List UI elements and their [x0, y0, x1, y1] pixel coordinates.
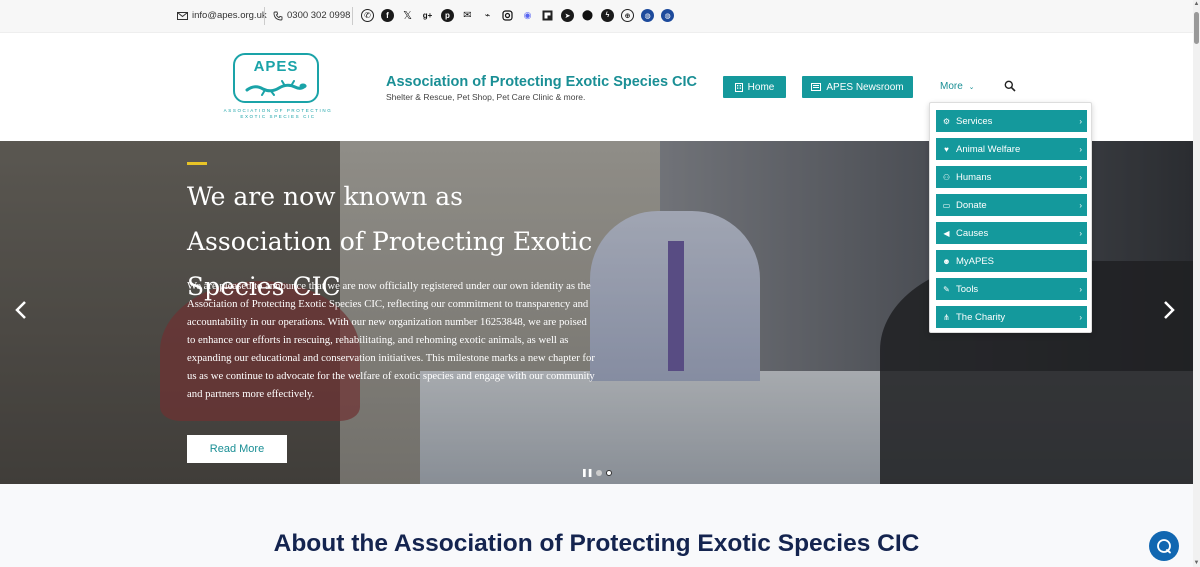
nav-newsroom-button[interactable]: APES Newsroom: [802, 76, 913, 98]
x-icon[interactable]: 𝕏: [401, 9, 414, 22]
menu-item-causes[interactable]: ◀ Causes ›: [936, 222, 1087, 244]
slider-dot-2[interactable]: [606, 469, 613, 476]
tools-icon: ✎: [943, 284, 950, 294]
logo-badge: APES: [233, 53, 319, 103]
vertical-scrollbar[interactable]: ▲ ▼: [1193, 0, 1200, 567]
phone-icon: [273, 11, 283, 20]
money-icon: ▭: [942, 200, 951, 210]
facebook-icon[interactable]: f: [381, 9, 394, 22]
scroll-down-arrow[interactable]: ▼: [1193, 560, 1200, 566]
chat-widget-button[interactable]: [1149, 531, 1179, 561]
envelope-icon: [177, 11, 188, 20]
more-dropdown-menu: ⚙ Services › ♥ Animal Welfare › ⚇ Humans…: [929, 102, 1092, 333]
menu-item-label: Donate: [956, 199, 987, 211]
phone-text: 0300 302 0998: [287, 10, 351, 21]
chevron-left-icon: [15, 301, 26, 319]
nav-more-label: More: [940, 81, 963, 92]
divider: [264, 7, 265, 25]
read-more-button[interactable]: Read More: [187, 435, 287, 463]
chevron-right-icon: ›: [1079, 284, 1082, 294]
newspaper-icon: [811, 83, 822, 91]
logo-tagline-line-2: EXOTIC SPECIES CIC: [240, 114, 316, 119]
menu-item-label: Services: [956, 115, 993, 127]
chevron-right-icon: ›: [1079, 200, 1082, 210]
menu-item-label: Animal Welfare: [956, 143, 1021, 155]
chevron-right-icon: ›: [1079, 116, 1082, 126]
menu-item-services[interactable]: ⚙ Services ›: [936, 110, 1087, 132]
pinterest-icon[interactable]: p: [441, 9, 454, 22]
hero-body-text: We are pleased to announce that we are n…: [187, 280, 595, 400]
web-icon[interactable]: ⊕: [621, 9, 634, 22]
megaphone-icon: ◀: [943, 228, 950, 238]
chevron-right-icon: ›: [1079, 228, 1082, 238]
accent-line: [187, 162, 207, 165]
menu-item-myapes[interactable]: ☻ MyAPES: [936, 250, 1087, 272]
apes-logo[interactable]: APES ASSOCIATION OF PROTECTING EXOTIC SP…: [214, 53, 342, 119]
scrollbar-thumb[interactable]: [1194, 12, 1199, 44]
pause-icon[interactable]: ❚❚: [581, 468, 593, 477]
chevron-right-icon: ›: [1079, 312, 1082, 322]
menu-item-the-charity[interactable]: ⋔ The Charity ›: [936, 306, 1087, 328]
site-subtitle: Shelter & Rescue, Pet Shop, Pet Care Cli…: [386, 92, 586, 102]
chevron-right-icon: ›: [1079, 172, 1082, 182]
nav-home-button[interactable]: Home: [723, 76, 786, 98]
people-icon: ⚇: [942, 172, 951, 182]
menu-item-label: Causes: [956, 227, 989, 239]
chevron-right-icon: ›: [1079, 144, 1082, 154]
rss-icon[interactable]: ⌁: [481, 9, 494, 22]
email-contact[interactable]: info@apes.org.uk: [177, 10, 267, 21]
flipboard-icon[interactable]: [541, 9, 554, 22]
search-button[interactable]: [1004, 79, 1016, 97]
logo-text: APES: [253, 58, 299, 75]
menu-item-label: Tools: [956, 283, 979, 295]
logo-tagline: ASSOCIATION OF PROTECTING EXOTIC SPECIES…: [214, 108, 342, 120]
discord-icon[interactable]: ◉: [521, 9, 534, 22]
google-plus-icon[interactable]: g+: [421, 9, 434, 22]
about-section: About the Association of Protecting Exot…: [0, 484, 1193, 567]
site-title[interactable]: Association of Protecting Exotic Species…: [386, 74, 697, 90]
heart-icon: ♥: [944, 144, 949, 154]
building-icon: [734, 82, 743, 92]
chevron-right-icon: [1164, 301, 1175, 319]
sitemap-icon: ⋔: [943, 312, 950, 322]
user-plus-icon: ☻: [942, 256, 951, 266]
gear-icon: ⚙: [942, 116, 951, 126]
whatsapp-icon[interactable]: ✆: [361, 9, 374, 22]
phone-contact[interactable]: 0300 302 0998: [273, 10, 350, 21]
location-icon[interactable]: ⬤: [581, 9, 594, 22]
globe-icon-2[interactable]: ◍: [661, 9, 674, 22]
gecko-icon: [245, 80, 307, 96]
chevron-down-icon: ⌄: [968, 84, 975, 91]
globe-icon[interactable]: ◍: [641, 9, 654, 22]
messenger-icon[interactable]: ϟ: [601, 9, 614, 22]
slider-next-arrow[interactable]: [1163, 300, 1175, 326]
menu-item-label: MyAPES: [956, 255, 995, 267]
email-text: info@apes.org.uk: [192, 10, 267, 21]
scroll-up-arrow[interactable]: ▲: [1193, 1, 1200, 7]
nav-home-label: Home: [747, 81, 775, 93]
about-heading: About the Association of Protecting Exot…: [273, 530, 920, 557]
slider-prev-arrow[interactable]: [15, 300, 27, 326]
menu-item-tools[interactable]: ✎ Tools ›: [936, 278, 1087, 300]
search-icon: [1004, 80, 1016, 92]
slider-pagination: ❚❚: [581, 468, 613, 477]
menu-item-donate[interactable]: ▭ Donate ›: [936, 194, 1087, 216]
chat-icon: [1157, 539, 1171, 554]
menu-item-animal-welfare[interactable]: ♥ Animal Welfare ›: [936, 138, 1087, 160]
menu-item-label: The Charity: [956, 311, 1006, 323]
menu-item-label: Humans: [956, 171, 992, 183]
email-icon[interactable]: ✉: [461, 9, 474, 22]
divider: [352, 7, 353, 25]
telegram-icon[interactable]: ➤: [561, 9, 574, 22]
menu-item-humans[interactable]: ⚇ Humans ›: [936, 166, 1087, 188]
slider-dot-1[interactable]: [596, 469, 603, 476]
social-links: ✆ f 𝕏 g+ p ✉ ⌁ ◉ ➤ ⬤ ϟ ⊕ ◍ ◍: [361, 9, 674, 22]
top-bar: info@apes.org.uk 0300 302 0998 ✆ f 𝕏 g+ …: [0, 0, 1193, 33]
instagram-icon[interactable]: [501, 9, 514, 22]
nav-more-menu[interactable]: More ⌄: [940, 81, 974, 92]
nav-newsroom-label: APES Newsroom: [826, 81, 904, 93]
